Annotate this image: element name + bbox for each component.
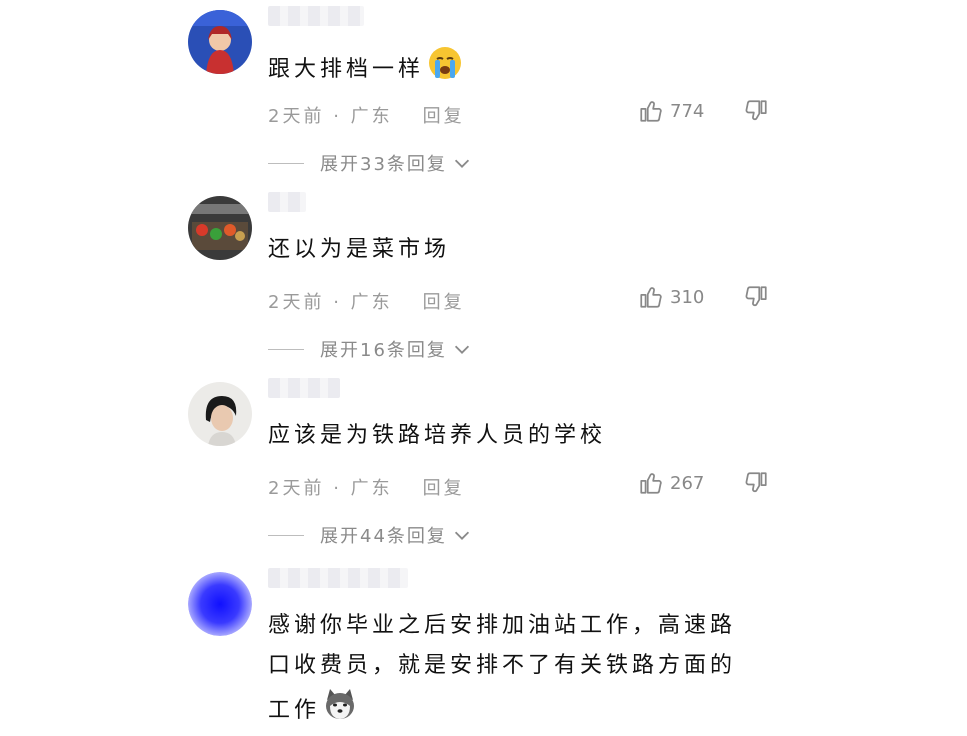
reply-button[interactable]: 回复	[423, 478, 465, 499]
thumbs-down-icon	[745, 472, 767, 493]
chevron-down-icon	[454, 159, 469, 168]
dislike-button[interactable]	[743, 98, 769, 124]
dislike-button[interactable]	[743, 470, 769, 496]
expand-replies-button[interactable]: 展开44条回复	[268, 522, 473, 548]
thumbs-up-icon	[640, 287, 662, 308]
dislike-button[interactable]	[743, 284, 769, 310]
comment-meta: 2天前 · 广东 回复	[268, 478, 465, 499]
expand-label: 展开33条回复	[320, 154, 447, 175]
comment-meta: 2天前 · 广东 回复	[268, 292, 465, 313]
thumbs-down-icon	[745, 100, 767, 121]
thumbs-up-icon	[640, 101, 662, 122]
like-count: 267	[670, 472, 705, 494]
like-button[interactable]: 774	[638, 98, 704, 124]
chevron-down-icon	[454, 531, 469, 540]
divider	[268, 534, 304, 536]
like-button[interactable]: 310	[638, 284, 704, 310]
thumbs-up-icon	[640, 473, 662, 494]
expand-label: 展开44条回复	[320, 526, 447, 547]
avatar[interactable]	[188, 382, 252, 446]
username-blurred[interactable]	[268, 192, 306, 212]
username-blurred[interactable]	[268, 568, 408, 588]
comment-text: 感谢你毕业之后安排加油站工作，高速路口收费员，就是安排不了有关铁路方面的工作	[268, 606, 758, 736]
avatar[interactable]	[188, 572, 252, 636]
chevron-down-icon	[454, 345, 469, 354]
avatar[interactable]	[188, 196, 252, 260]
expand-replies-button[interactable]: 展开33条回复	[268, 150, 473, 176]
reply-button[interactable]: 回复	[423, 292, 465, 313]
reply-button[interactable]: 回复	[423, 106, 465, 127]
comment-meta: 2天前 · 广东 回复	[268, 106, 465, 127]
like-count: 310	[670, 286, 705, 308]
comment-text: 跟大排档一样	[268, 44, 768, 96]
divider	[268, 348, 304, 350]
like-count: 774	[670, 100, 705, 122]
avatar[interactable]	[188, 10, 252, 74]
username-blurred[interactable]	[268, 6, 364, 26]
divider	[268, 162, 304, 164]
expand-replies-button[interactable]: 展开16条回复	[268, 336, 473, 362]
username-blurred[interactable]	[268, 378, 340, 398]
crying-face-emoji-icon	[426, 44, 464, 96]
expand-label: 展开16条回复	[320, 340, 447, 361]
comment-text: 还以为是菜市场	[268, 237, 451, 262]
thumbs-down-icon	[745, 286, 767, 307]
like-button[interactable]: 267	[638, 470, 704, 496]
comment-text: 应该是为铁路培养人员的学校	[268, 423, 607, 448]
